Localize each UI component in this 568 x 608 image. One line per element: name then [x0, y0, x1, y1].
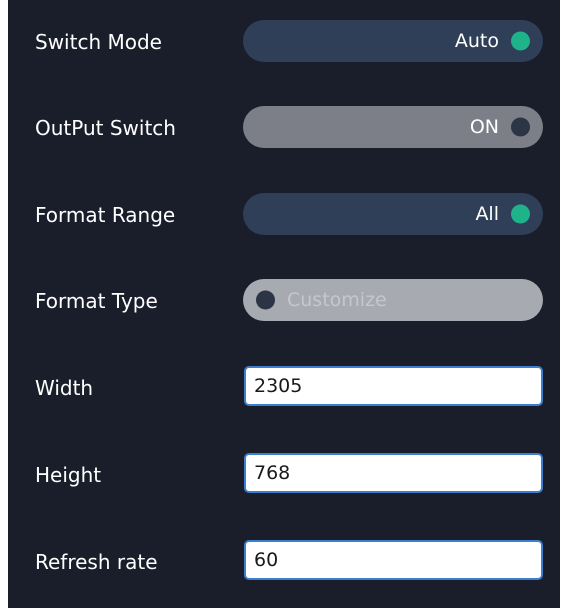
switch-mode-toggle[interactable]: Auto — [243, 20, 543, 62]
switch-mode-value: Auto — [454, 30, 499, 52]
settings-panel: Switch Mode Auto OutPut Switch ON Format… — [8, 0, 560, 608]
format-range-value: All — [475, 203, 499, 225]
format-type-row: Format Type Customize — [8, 279, 560, 323]
width-input[interactable] — [244, 366, 543, 406]
format-type-indicator — [256, 290, 275, 310]
format-range-toggle[interactable]: All — [243, 193, 543, 235]
height-row: Height — [8, 453, 560, 497]
refresh-rate-label: Refresh rate — [35, 550, 158, 574]
format-type-value: Customize — [287, 289, 387, 311]
format-range-row: Format Range All — [8, 193, 560, 237]
switch-mode-row: Switch Mode Auto — [8, 20, 560, 64]
refresh-rate-row: Refresh rate — [8, 540, 560, 584]
format-range-indicator — [511, 204, 530, 224]
output-switch-indicator — [511, 117, 530, 137]
height-input[interactable] — [244, 453, 543, 493]
refresh-rate-input[interactable] — [244, 540, 543, 580]
format-type-label: Format Type — [35, 289, 158, 313]
height-label: Height — [35, 463, 102, 487]
format-type-toggle[interactable]: Customize — [243, 279, 543, 321]
output-switch-toggle[interactable]: ON — [243, 106, 543, 148]
output-switch-label: OutPut Switch — [35, 116, 176, 140]
switch-mode-indicator — [511, 31, 530, 51]
output-switch-row: OutPut Switch ON — [8, 106, 560, 150]
switch-mode-label: Switch Mode — [35, 30, 162, 54]
output-switch-value: ON — [469, 116, 499, 138]
format-range-label: Format Range — [35, 203, 176, 227]
width-label: Width — [35, 376, 94, 400]
width-row: Width — [8, 366, 560, 410]
